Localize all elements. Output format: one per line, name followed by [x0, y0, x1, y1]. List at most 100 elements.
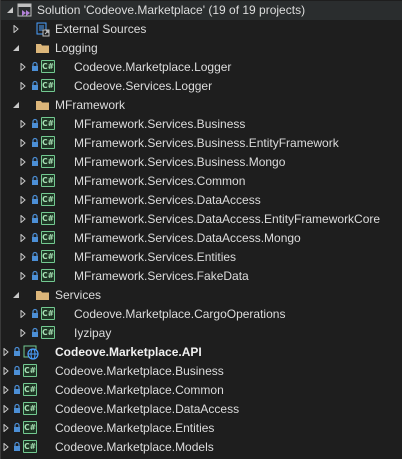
- chevron-right-icon[interactable]: [18, 176, 28, 186]
- project-node[interactable]: C# Codeove.Marketplace.Logger: [1, 58, 402, 77]
- chevron-right-icon[interactable]: [18, 328, 28, 338]
- project-node[interactable]: C# Codeove.Marketplace.Entities: [1, 419, 402, 438]
- project-label: MFramework.Services.Common: [74, 174, 246, 188]
- solution-icon: [17, 3, 33, 18]
- folder-services[interactable]: Services: [1, 286, 402, 305]
- csharp-project-icon: C#: [41, 79, 55, 92]
- lock-icon: [31, 137, 39, 149]
- csharp-project-icon: C#: [41, 155, 55, 168]
- project-label: Codeove.Services.Logger: [74, 79, 213, 93]
- chevron-right-icon[interactable]: [18, 81, 28, 91]
- csharp-project-icon: C#: [41, 60, 55, 73]
- chevron-right-icon[interactable]: [1, 423, 11, 433]
- chevron-right-icon[interactable]: [18, 157, 28, 167]
- csharp-project-icon: C#: [23, 364, 37, 377]
- lock-icon: [13, 403, 21, 415]
- chevron-right-icon[interactable]: [1, 442, 11, 452]
- lock-icon: [13, 422, 21, 434]
- external-sources-node[interactable]: External Sources: [1, 20, 402, 39]
- project-node[interactable]: C# Codeove.Marketplace.DataAccess: [1, 400, 402, 419]
- lock-icon: [31, 327, 39, 339]
- chevron-right-icon[interactable]: [18, 195, 28, 205]
- project-node[interactable]: C# MFramework.Services.Business.EntityFr…: [1, 134, 402, 153]
- project-label: MFramework.Services.Business.Mongo: [74, 155, 286, 169]
- project-label: Codeove.Marketplace.Common: [55, 383, 224, 397]
- project-node[interactable]: C# Codeove.Marketplace.Common: [1, 381, 402, 400]
- chevron-right-icon[interactable]: [18, 62, 28, 72]
- project-label: Iyzipay: [74, 326, 112, 340]
- chevron-down-icon[interactable]: [11, 290, 21, 300]
- project-label: Codeove.Marketplace.Logger: [74, 60, 232, 74]
- project-label: MFramework.Services.DataAccess.EntityFra…: [74, 212, 381, 226]
- chevron-right-icon[interactable]: [11, 24, 21, 34]
- project-label: Codeove.Marketplace.Entities: [55, 421, 215, 435]
- folder-mframework[interactable]: MFramework: [1, 96, 402, 115]
- project-label: MFramework.Services.Business.EntityFrame…: [74, 136, 339, 150]
- lock-icon: [31, 308, 39, 320]
- lock-icon: [13, 384, 21, 396]
- csharp-project-icon: C#: [41, 136, 55, 149]
- project-node[interactable]: C# Codeove.Services.Logger: [1, 77, 402, 96]
- project-label: MFramework.Services.DataAccess.Mongo: [74, 231, 301, 245]
- chevron-right-icon[interactable]: [1, 404, 11, 414]
- lock-icon: [13, 346, 21, 358]
- chevron-right-icon[interactable]: [18, 309, 28, 319]
- project-node[interactable]: C# MFramework.Services.FakeData: [1, 267, 402, 286]
- chevron-right-icon[interactable]: [18, 252, 28, 262]
- chevron-right-icon[interactable]: [18, 214, 28, 224]
- startup-project-label: Codeove.Marketplace.API: [55, 345, 202, 359]
- lock-icon: [31, 118, 39, 130]
- chevron-right-icon[interactable]: [18, 271, 28, 281]
- csharp-project-icon: C#: [41, 307, 55, 320]
- startup-project-node[interactable]: Codeove.Marketplace.API: [1, 343, 402, 362]
- chevron-down-icon[interactable]: [5, 5, 15, 15]
- folder-icon: [35, 288, 51, 303]
- csharp-project-icon: C#: [41, 269, 55, 282]
- folder-logging[interactable]: Logging: [1, 39, 402, 58]
- project-label: Codeove.Marketplace.Business: [55, 364, 224, 378]
- lock-icon: [31, 251, 39, 263]
- lock-icon: [31, 194, 39, 206]
- chevron-right-icon[interactable]: [1, 347, 11, 357]
- project-node[interactable]: C# Codeove.Marketplace.Models: [1, 438, 402, 457]
- lock-icon: [31, 232, 39, 244]
- project-label: Codeove.Marketplace.DataAccess: [55, 402, 240, 416]
- lock-icon: [31, 80, 39, 92]
- project-node[interactable]: C# MFramework.Services.DataAccess.Entity…: [1, 210, 402, 229]
- project-node[interactable]: C# MFramework.Services.DataAccess: [1, 191, 402, 210]
- csharp-project-icon: C#: [41, 326, 55, 339]
- chevron-right-icon[interactable]: [1, 385, 11, 395]
- lock-icon: [13, 441, 21, 453]
- chevron-right-icon[interactable]: [18, 138, 28, 148]
- project-label: Codeove.Marketplace.Models: [55, 440, 214, 454]
- folder-icon: [35, 98, 51, 113]
- external-sources-icon: [35, 22, 51, 37]
- csharp-project-icon: C#: [23, 440, 37, 453]
- chevron-right-icon[interactable]: [18, 233, 28, 243]
- solution-title: Solution 'Codeove.Marketplace' (19 of 19…: [37, 3, 306, 17]
- lock-icon: [13, 365, 21, 377]
- chevron-down-icon[interactable]: [11, 43, 21, 53]
- csharp-project-icon: C#: [23, 421, 37, 434]
- project-node[interactable]: C# MFramework.Services.Business.Mongo: [1, 153, 402, 172]
- project-node[interactable]: C# MFramework.Services.Entities: [1, 248, 402, 267]
- project-node[interactable]: C# MFramework.Services.DataAccess.Mongo: [1, 229, 402, 248]
- project-node[interactable]: C# Codeove.Marketplace.CargoOperations: [1, 305, 402, 324]
- csharp-project-icon: C#: [41, 231, 55, 244]
- solution-explorer-tree: Solution 'Codeove.Marketplace' (19 of 19…: [0, 0, 402, 459]
- chevron-right-icon[interactable]: [18, 119, 28, 129]
- lock-icon: [31, 156, 39, 168]
- folder-label: MFramework: [55, 98, 126, 112]
- csharp-project-icon: C#: [41, 212, 55, 225]
- project-node[interactable]: C# Codeove.Marketplace.Business: [1, 362, 402, 381]
- chevron-right-icon[interactable]: [1, 366, 11, 376]
- project-label: MFramework.Services.Business: [74, 117, 246, 131]
- lock-icon: [31, 175, 39, 187]
- web-project-globe-icon: [23, 345, 39, 360]
- chevron-down-icon[interactable]: [11, 100, 21, 110]
- project-node[interactable]: C# MFramework.Services.Common: [1, 172, 402, 191]
- solution-node[interactable]: Solution 'Codeove.Marketplace' (19 of 19…: [1, 1, 402, 20]
- project-node[interactable]: C# Iyzipay: [1, 324, 402, 343]
- project-node[interactable]: C# MFramework.Services.Business: [1, 115, 402, 134]
- project-label: MFramework.Services.FakeData: [74, 269, 249, 283]
